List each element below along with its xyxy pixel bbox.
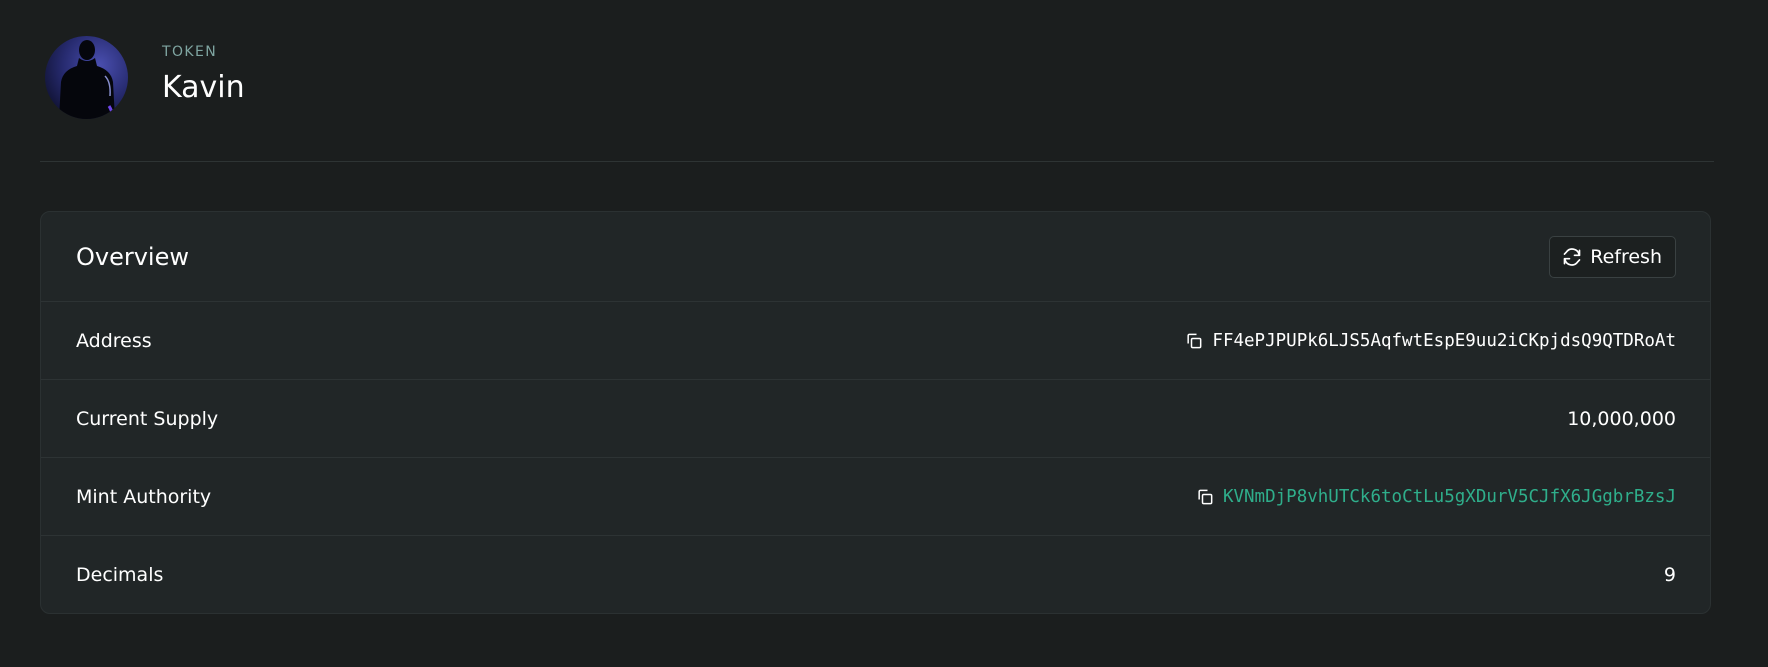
- refresh-button-label: Refresh: [1590, 246, 1662, 268]
- mint-authority-row: Mint Authority KVNmDjP8vhUTCk6toCtLu5gXD…: [41, 458, 1710, 536]
- overview-card-header: Overview Refresh: [41, 212, 1710, 302]
- mint-authority-link[interactable]: KVNmDjP8vhUTCk6toCtLu5gXDurV5CJfX6JGgbrB…: [1223, 487, 1676, 507]
- current-supply-row: Current Supply 10,000,000: [41, 380, 1710, 458]
- current-supply-label: Current Supply: [76, 407, 219, 430]
- copy-mint-authority-icon[interactable]: [1195, 487, 1215, 507]
- overview-title: Overview: [76, 243, 189, 271]
- token-avatar: [45, 36, 128, 119]
- overview-card: Overview Refresh Address FF4ePJPUPk6LJS5…: [40, 211, 1711, 614]
- mint-authority-label: Mint Authority: [76, 485, 212, 508]
- address-label: Address: [76, 329, 152, 352]
- decimals-value: 9: [1663, 564, 1676, 586]
- copy-address-icon[interactable]: [1184, 331, 1204, 351]
- address-row: Address FF4ePJPUPk6LJS5AqfwtEspE9uu2iCKp…: [41, 302, 1710, 380]
- token-header: TOKEN Kavin: [40, 0, 1714, 162]
- refresh-button[interactable]: Refresh: [1549, 236, 1676, 278]
- address-value-group: FF4ePJPUPk6LJS5AqfwtEspE9uu2iCKpjdsQ9QTD…: [1184, 331, 1676, 351]
- current-supply-value: 10,000,000: [1567, 407, 1676, 430]
- token-type-label: TOKEN: [162, 44, 218, 60]
- token-name: Kavin: [162, 70, 245, 105]
- refresh-icon: [1563, 248, 1581, 266]
- decimals-row: Decimals 9: [41, 536, 1710, 613]
- address-value: FF4ePJPUPk6LJS5AqfwtEspE9uu2iCKpjdsQ9QTD…: [1212, 330, 1676, 351]
- mint-authority-value-group: KVNmDjP8vhUTCk6toCtLu5gXDurV5CJfX6JGgbrB…: [1195, 487, 1676, 507]
- person-silhouette-avatar-icon: [45, 36, 128, 119]
- token-page: TOKEN Kavin Overview Refresh Address FF4…: [0, 0, 1768, 667]
- decimals-label: Decimals: [76, 564, 164, 586]
